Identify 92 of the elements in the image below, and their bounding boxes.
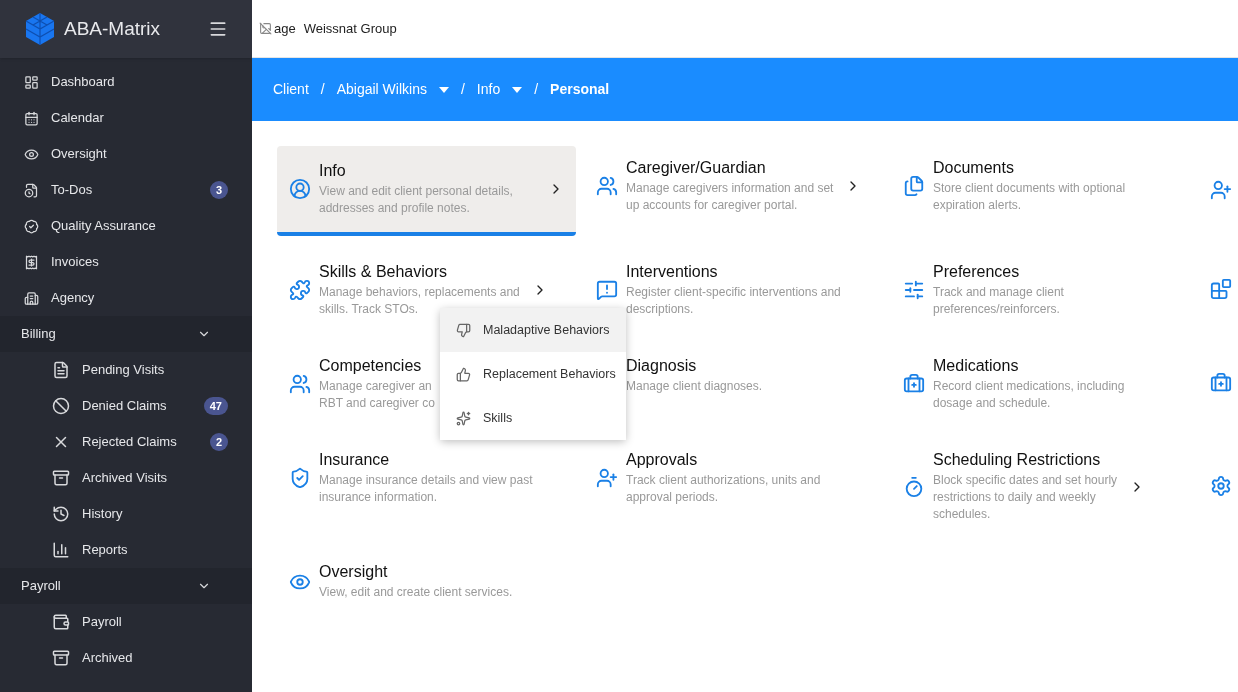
card-icon xyxy=(903,175,925,197)
selected-card[interactable]: Info View and edit client personal details, addresses and profile notes. xyxy=(277,146,576,236)
count-badge: 47 xyxy=(203,397,228,415)
menu-item[interactable]: Maladaptive Behaviors xyxy=(440,308,626,352)
sidebar-item[interactable]: Payroll xyxy=(0,604,252,640)
caret-icon[interactable] xyxy=(438,86,449,93)
card-title[interactable]: Diagnosis xyxy=(626,356,697,376)
card-icon xyxy=(596,279,618,301)
breadcrumb-separator: / xyxy=(534,80,539,99)
card-title[interactable]: Oversight xyxy=(319,562,388,582)
menu-item-icon xyxy=(24,74,39,90)
menu-item-icon xyxy=(52,505,70,523)
menu-item-icon xyxy=(24,290,39,306)
menu-item-icon xyxy=(456,366,471,382)
caret-icon[interactable] xyxy=(512,86,523,93)
menu-icon[interactable] xyxy=(208,19,228,39)
cube-logo-icon xyxy=(24,12,56,46)
card-icon xyxy=(289,373,311,395)
sidebar-item[interactable]: History xyxy=(0,496,252,532)
count-badge: 3 xyxy=(209,181,228,199)
card-icon xyxy=(289,178,311,200)
menu-item-icon xyxy=(52,613,70,631)
sidebar-section-header[interactable]: Billing xyxy=(0,316,252,352)
card-icon xyxy=(289,467,311,489)
menu-item-icon xyxy=(24,146,39,162)
menu-item-icon xyxy=(52,397,70,415)
blocks-icon xyxy=(1210,278,1232,300)
card-description: Track and manage client preferences/reinforcers. xyxy=(933,284,1064,318)
menu-item[interactable]: Replacement Behaviors xyxy=(440,352,626,396)
card-title[interactable]: Insurance xyxy=(319,450,390,470)
menu-item-icon xyxy=(456,410,471,426)
card-description: View, edit and create client services. xyxy=(319,584,513,601)
card-icon xyxy=(903,279,925,301)
broken-image-icon xyxy=(259,22,272,35)
sidebar-item[interactable]: Rejected Claims 2 xyxy=(0,424,252,460)
card-title[interactable]: Approvals xyxy=(626,450,698,470)
sidebar-item[interactable]: Calendar xyxy=(0,100,252,136)
card-description: Manage caregivers information and set up accounts for caregiver portal. xyxy=(626,180,834,214)
sidebar-item[interactable]: Quality Assurance xyxy=(0,208,252,244)
menu-item-icon xyxy=(52,361,70,379)
card-title[interactable]: Preferences xyxy=(933,262,1020,282)
brand-name: ABA-Matrix xyxy=(64,16,162,41)
sidebar-item[interactable]: Pending Visits xyxy=(0,352,252,388)
card-description: Record client medications, including dosage and schedule. xyxy=(933,378,1125,412)
card-title[interactable]: Competencies xyxy=(319,356,422,376)
sidebar-item[interactable]: Dashboard xyxy=(0,64,252,100)
card-title[interactable]: Caregiver/Guardian xyxy=(626,158,766,178)
card-description: Store client documents with optional expiration alerts. xyxy=(933,180,1126,214)
menu-item-icon xyxy=(24,110,39,126)
broken-image-alt-text: age xyxy=(274,19,296,38)
sidebar-item[interactable]: To-Dos 3 xyxy=(0,172,252,208)
card-description: Manage client diagnoses. xyxy=(626,378,763,395)
sidebar-section-header[interactable]: Payroll xyxy=(0,568,252,604)
card-title[interactable]: Interventions xyxy=(626,262,718,282)
card-title[interactable]: Documents xyxy=(933,158,1014,178)
card-title[interactable]: Info xyxy=(319,161,346,181)
menu-item-icon xyxy=(52,469,70,487)
sidebar-item[interactable]: Agency xyxy=(0,280,252,316)
settings-icon xyxy=(1210,475,1232,497)
card-title[interactable]: Medications xyxy=(933,356,1019,376)
count-badge: 2 xyxy=(209,433,228,451)
sidebar-item[interactable]: Archived Visits xyxy=(0,460,252,496)
card-description: Manage caregiver an RBT and caregiver co xyxy=(319,378,435,412)
menu-item-icon xyxy=(52,649,70,667)
menu-item-icon xyxy=(456,322,471,338)
card-description: Block specific dates and set hourly restrictions to daily and weekly schedules. xyxy=(933,472,1118,523)
card-icon xyxy=(903,373,925,395)
card-icon xyxy=(596,175,618,197)
card-icon xyxy=(903,475,925,498)
card-icon xyxy=(596,467,618,489)
sidebar-item[interactable]: Invoices xyxy=(0,244,252,280)
card-description: Track client authorizations, units and approval periods. xyxy=(626,472,821,506)
menu-item-icon xyxy=(52,541,70,559)
sidebar-item[interactable]: Archived xyxy=(0,640,252,676)
menu-item[interactable]: Skills xyxy=(440,396,626,440)
menu-item-icon xyxy=(24,218,39,234)
menu-item-icon xyxy=(24,182,39,198)
organization-name: Weissnat Group xyxy=(303,19,397,38)
menu-item-icon xyxy=(24,254,39,270)
user-plus-icon xyxy=(1210,179,1232,201)
card-icon xyxy=(289,279,311,301)
card-description: View and edit client personal details, addresses and profile notes. xyxy=(319,183,513,217)
card-description: Register client-specific interventions and descriptions. xyxy=(626,284,841,318)
breadcrumb-separator: / xyxy=(460,80,465,99)
breadcrumb-separator: / xyxy=(320,80,325,99)
card-title[interactable]: Skills & Behaviors xyxy=(319,262,448,282)
sidebar-item[interactable]: Oversight xyxy=(0,136,252,172)
sidebar-item[interactable]: Reports xyxy=(0,532,252,568)
medical-kit-icon xyxy=(1210,372,1232,394)
card-title[interactable]: Scheduling Restrictions xyxy=(933,450,1101,470)
card-description: Manage insurance details and view past insurance information. xyxy=(319,472,533,506)
sidebar-item[interactable]: Denied Claims 47 xyxy=(0,388,252,424)
